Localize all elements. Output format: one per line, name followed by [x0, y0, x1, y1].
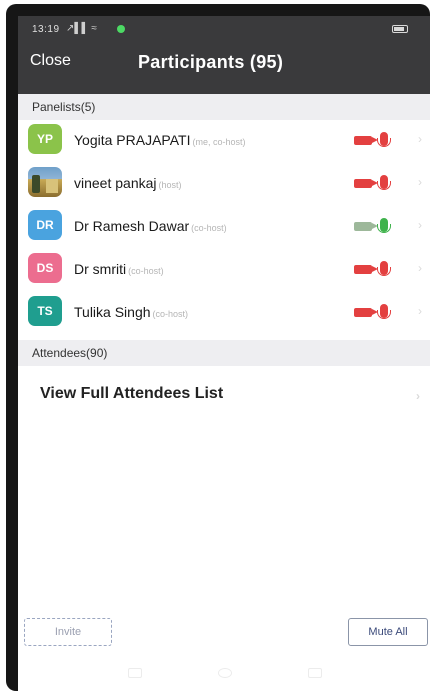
system-nav-bar: [18, 656, 430, 692]
mic-on-icon: [377, 218, 391, 233]
panelist-role: (co-host): [128, 266, 164, 276]
panelist-name-group: Dr Ramesh Dawar (co-host): [74, 218, 227, 234]
mic-muted-icon: [377, 261, 391, 276]
battery-icon: [392, 25, 408, 33]
panelist-row[interactable]: vineet pankaj (host) ›: [18, 165, 430, 202]
media-status: [354, 303, 404, 321]
chevron-right-icon: ›: [418, 304, 422, 318]
panelist-role: (co-host): [152, 309, 189, 319]
header-bar: 13:19 ↗▌▌ ≈ Close Participants (95): [18, 16, 430, 94]
view-full-attendees-button[interactable]: View Full Attendees List ›: [18, 376, 430, 412]
chevron-right-icon: ›: [418, 218, 422, 232]
panelist-row[interactable]: TS Tulika Singh (co-host) ›: [18, 294, 430, 331]
avatar: DS: [28, 253, 62, 283]
nav-home-icon[interactable]: [218, 668, 232, 678]
media-status: [354, 174, 404, 192]
panelist-name: Dr smriti: [74, 261, 127, 277]
mic-muted-icon: [377, 304, 391, 319]
panelist-name-group: Tulika Singh (co-host): [74, 304, 188, 320]
mic-muted-icon: [377, 132, 391, 147]
panelist-name-group: Dr smriti (co-host): [74, 261, 164, 277]
video-off-icon: [354, 308, 378, 317]
video-off-icon: [354, 136, 378, 145]
panelist-name: Dr Ramesh Dawar: [74, 218, 190, 234]
mic-muted-icon: [377, 175, 391, 190]
chevron-right-icon: ›: [416, 389, 420, 403]
avatar: YP: [28, 124, 62, 154]
attendees-header: Attendees(90): [18, 340, 430, 366]
video-on-icon: [354, 222, 378, 231]
media-status: [354, 260, 404, 278]
signal-icon: ↗▌▌ ≈: [66, 23, 97, 34]
panelist-name: vineet pankaj: [74, 175, 157, 191]
panelist-row[interactable]: DS Dr smriti (co-host) ›: [18, 251, 430, 288]
panelists-header: Panelists(5): [18, 94, 430, 120]
panelist-role: (co-host): [191, 223, 227, 233]
panelist-role: (host): [158, 180, 182, 190]
media-status: [354, 217, 404, 235]
nav-menu-icon[interactable]: [128, 668, 142, 678]
avatar: DR: [28, 210, 62, 240]
view-full-attendees-label: View Full Attendees List: [40, 385, 224, 402]
chevron-right-icon: ›: [418, 175, 422, 189]
panelist-name-group: vineet pankaj (host): [74, 175, 182, 191]
media-status: [354, 131, 404, 149]
status-time: 13:19: [32, 24, 60, 35]
invite-button[interactable]: Invite: [24, 618, 112, 646]
chevron-right-icon: ›: [418, 132, 422, 146]
status-bar: 13:19 ↗▌▌ ≈: [18, 16, 430, 42]
phone-frame: 13:19 ↗▌▌ ≈ Close Participants (95) Pane…: [6, 4, 430, 692]
panelist-row[interactable]: YP Yogita PRAJAPATI (me, co-host) ›: [18, 122, 430, 159]
chevron-right-icon: ›: [418, 261, 422, 275]
mute-all-button[interactable]: Mute All: [348, 618, 428, 646]
app-screen: 13:19 ↗▌▌ ≈ Close Participants (95) Pane…: [18, 16, 430, 692]
panelist-list: YP Yogita PRAJAPATI (me, co-host) › vineet p…: [18, 122, 430, 337]
nav-back-icon[interactable]: [308, 668, 322, 678]
notification-dot-icon: [117, 25, 125, 33]
page-title: Participants (95): [138, 52, 284, 72]
panelist-name: Yogita PRAJAPATI: [74, 132, 191, 148]
close-button[interactable]: Close: [30, 52, 71, 70]
avatar: TS: [28, 296, 62, 326]
video-off-icon: [354, 179, 378, 188]
panelist-row[interactable]: DR Dr Ramesh Dawar (co-host) ›: [18, 208, 430, 245]
video-off-icon: [354, 265, 378, 274]
panelist-name: Tulika Singh: [74, 304, 151, 320]
avatar: [28, 167, 62, 197]
panelist-role: (me, co-host): [192, 137, 246, 147]
panelist-name-group: Yogita PRAJAPATI (me, co-host): [74, 132, 245, 148]
